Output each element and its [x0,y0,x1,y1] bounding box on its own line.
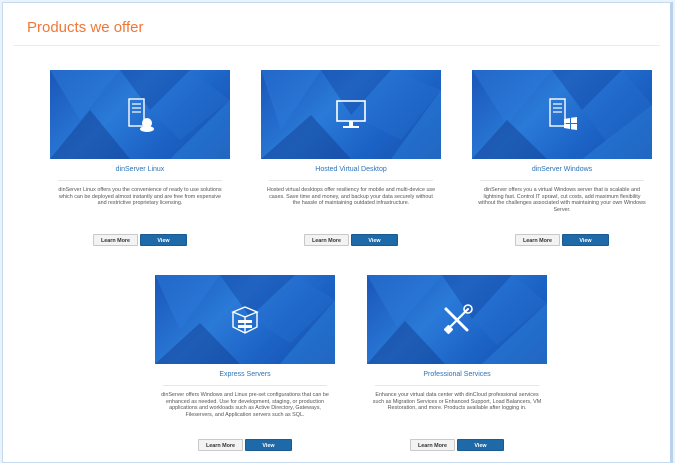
view-products-button[interactable]: View Products [457,439,504,461]
card-description: Hosted virtual desktops offer resiliency… [266,187,436,207]
card-description: Enhance your virtual data center with di… [372,392,542,412]
product-card-express-servers: Express Servers dinServer offers Windows… [155,275,335,428]
product-banner[interactable] [261,70,441,159]
product-card-dinserver-windows: dinServer Windows dinServer offers you a… [472,70,652,223]
section-title: Products we offer [27,19,144,36]
box-icon [231,305,259,334]
product-banner[interactable] [155,275,335,364]
card-actions: Learn More View Products [472,234,652,256]
view-products-button[interactable]: View Products [351,234,398,256]
products-panel: Products we offer dinServer Linux dinSer [2,2,673,463]
product-card-hosted-virtual-desktop: Hosted Virtual Desktop Hosted virtual de… [261,70,441,223]
card-description: dinServer offers you a virtual Windows s… [478,187,646,213]
tools-icon [443,303,473,334]
card-title[interactable]: Professional Services [367,370,547,380]
linux-server-icon [128,97,154,132]
card-actions: Learn More View Products [155,439,335,461]
card-title[interactable]: dinServer Linux [50,165,230,175]
view-products-button[interactable]: View Products [140,234,187,256]
product-banner[interactable] [50,70,230,159]
windows-server-icon [549,97,577,130]
card-divider [480,180,644,181]
learn-more-button[interactable]: Learn More [304,234,349,246]
card-title[interactable]: Hosted Virtual Desktop [261,165,441,175]
learn-more-button[interactable]: Learn More [515,234,560,246]
card-divider [58,180,222,181]
card-actions: Learn More View Products [50,234,230,256]
monitor-icon [336,99,366,128]
product-banner[interactable] [472,70,652,159]
card-description: dinServer offers Windows and Linux pre-s… [161,392,329,418]
product-card-professional-services: Professional Services Enhance your virtu… [367,275,547,428]
card-divider [375,385,539,386]
card-title[interactable]: Express Servers [155,370,335,380]
learn-more-button[interactable]: Learn More [410,439,455,451]
card-title[interactable]: dinServer Windows [472,165,652,175]
card-divider [163,385,327,386]
card-actions: Learn More View Products [367,439,547,461]
learn-more-button[interactable]: Learn More [198,439,243,451]
view-products-button[interactable]: View Products [245,439,292,461]
product-banner[interactable] [367,275,547,364]
card-actions: Learn More View Products [261,234,441,256]
learn-more-button[interactable]: Learn More [93,234,138,246]
card-description: dinServer Linux offers you the convenien… [58,187,222,207]
view-products-button[interactable]: View Products [562,234,609,256]
card-divider [269,180,433,181]
product-card-dinserver-linux: dinServer Linux dinServer Linux offers y… [50,70,230,223]
title-divider [13,45,660,46]
